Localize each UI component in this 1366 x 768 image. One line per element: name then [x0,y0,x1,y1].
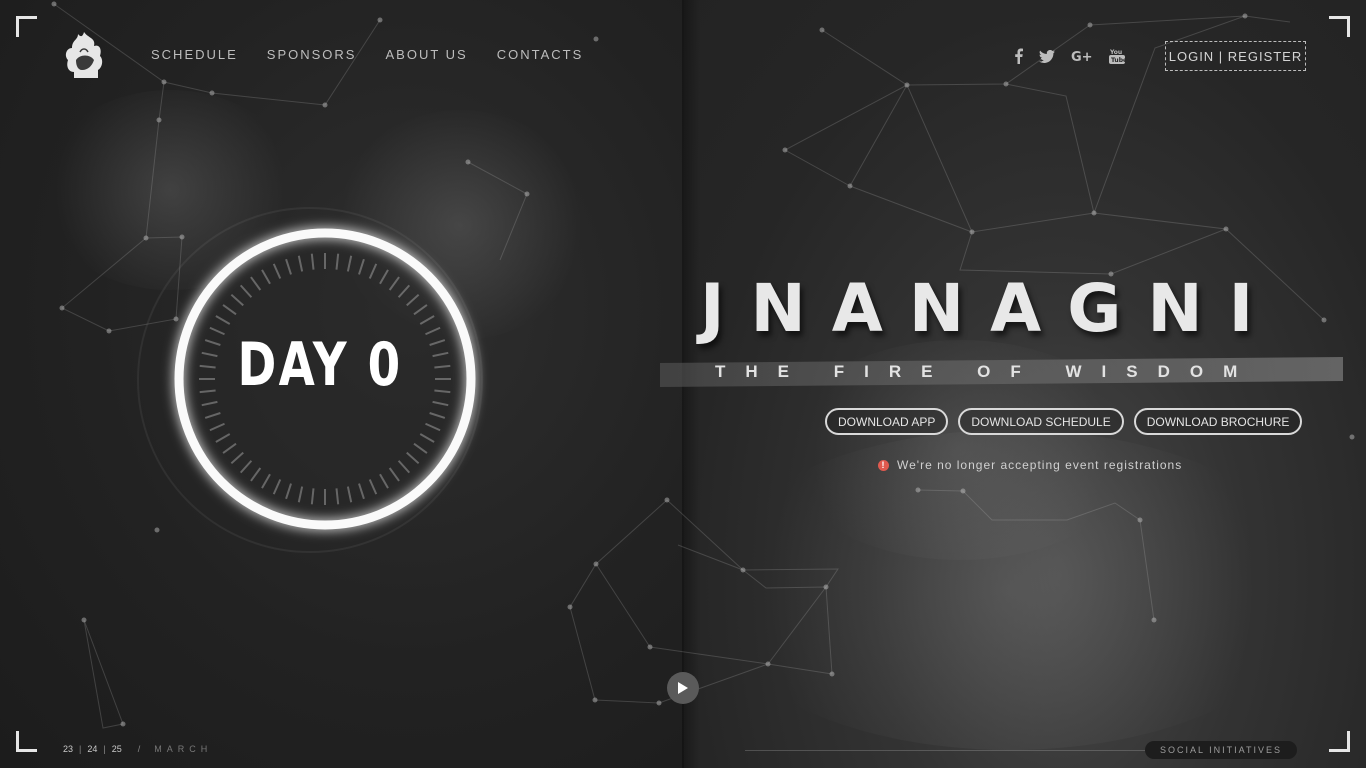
svg-text:You: You [1109,49,1122,56]
social-initiatives-link[interactable]: SOCIAL INITIATIVES [1145,741,1297,759]
svg-text:G+: G+ [1071,50,1093,63]
date-divider: | [79,744,82,754]
month-separator: / [137,744,141,754]
date-divider: | [103,744,106,754]
nav-item-contacts[interactable]: CONTACTS [497,47,584,62]
main-nav: SCHEDULE SPONSORS ABOUT US CONTACTS [151,47,583,62]
corner-frame-top-left [16,16,37,37]
date-day: 23 [63,744,74,754]
date-day: 24 [87,744,98,754]
svg-text:Tube: Tube [1111,57,1125,64]
corner-frame-bottom-right [1329,731,1350,752]
nav-item-sponsors[interactable]: SPONSORS [267,47,357,62]
social-links: G+ YouTube [1014,47,1125,65]
event-title: JNANAGNI [700,270,1280,347]
registration-notice: ! We're no longer accepting event regist… [878,458,1182,472]
google-plus-icon[interactable]: G+ [1071,49,1093,63]
login-register-button[interactable]: LOGIN | REGISTER [1165,41,1306,71]
corner-frame-bottom-left [16,731,37,752]
facebook-icon[interactable] [1014,48,1023,64]
play-icon [678,682,688,694]
nav-item-schedule[interactable]: SCHEDULE [151,47,238,62]
nav-item-about-us[interactable]: ABOUT US [385,47,467,62]
download-buttons: DOWNLOAD APP DOWNLOAD SCHEDULE DOWNLOAD … [825,408,1303,435]
youtube-icon[interactable]: YouTube [1109,47,1125,65]
flaming-head-icon[interactable] [62,30,106,82]
download-schedule-button[interactable]: DOWNLOAD SCHEDULE [958,408,1124,435]
corner-frame-top-right [1329,16,1350,37]
event-month: MARCH [154,744,213,754]
download-brochure-button[interactable]: DOWNLOAD BROCHURE [1133,408,1303,435]
notice-text: We're no longer accepting event registra… [897,458,1183,472]
alert-icon: ! [878,459,889,471]
date-day: 25 [111,744,122,754]
twitter-icon[interactable] [1039,49,1055,63]
event-dates: 23 | 24 | 25 / MARCH [63,744,212,754]
countdown-label: DAY 0 [237,330,403,400]
download-app-button[interactable]: DOWNLOAD APP [825,408,949,435]
footer-divider [745,750,1145,751]
play-video-button[interactable] [667,672,699,704]
event-tagline: THE FIRE OF WISDOM [715,362,1258,381]
